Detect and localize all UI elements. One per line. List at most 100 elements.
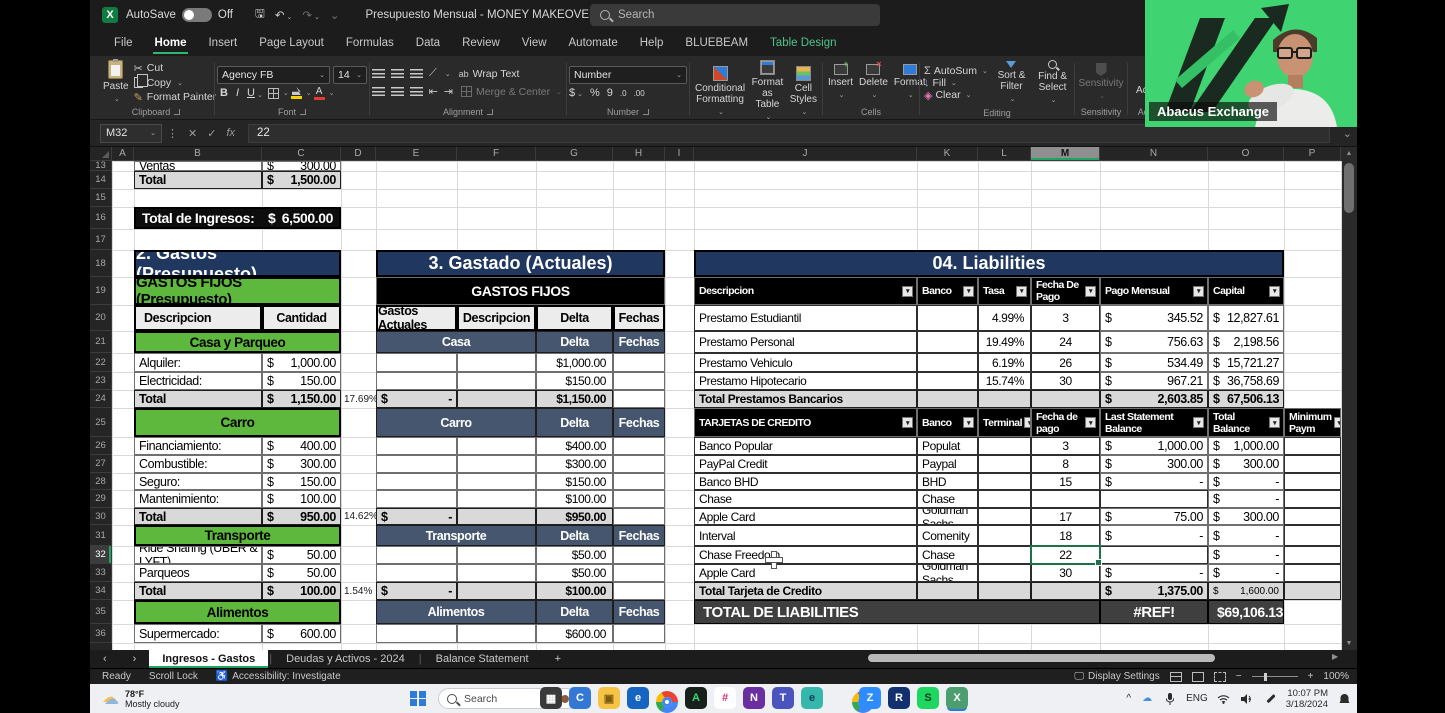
- cell-B33[interactable]: Parqueos: [134, 564, 262, 582]
- page-break-view-button[interactable]: [1214, 672, 1226, 682]
- ribbon-tab-help[interactable]: Help: [630, 32, 674, 56]
- copy-button[interactable]: Copy⌄: [132, 76, 219, 90]
- align-center-button[interactable]: [391, 87, 404, 97]
- taskbar-app-task-view[interactable]: ▦: [540, 687, 562, 709]
- cell-O27[interactable]: $300.00: [1208, 455, 1284, 473]
- start-button[interactable]: [410, 691, 426, 707]
- cell-M25[interactable]: Fecha de pago▾: [1031, 408, 1100, 437]
- cell-F23[interactable]: [457, 372, 536, 390]
- column-header-B[interactable]: B: [134, 147, 262, 161]
- cell-N35[interactable]: #REF!: [1100, 600, 1208, 624]
- cell-K28[interactable]: BHD: [917, 473, 978, 490]
- taskbar-app-ring[interactable]: R: [888, 687, 910, 709]
- cell-G28[interactable]: $150.00: [536, 473, 613, 490]
- cell-K33[interactable]: Goldman Sachs: [917, 564, 978, 582]
- borders-button[interactable]: [268, 88, 279, 99]
- cell-C30[interactable]: $950.00: [262, 508, 341, 525]
- volume-icon[interactable]: [1240, 693, 1254, 705]
- cell-F26[interactable]: [457, 437, 536, 455]
- cell-N34[interactable]: $1,375.00: [1100, 582, 1208, 600]
- cell-K32[interactable]: Chase: [917, 546, 978, 564]
- scroll-up-icon[interactable]: ▲: [1341, 150, 1357, 157]
- pen-icon[interactable]: [1263, 693, 1277, 705]
- cell-G25[interactable]: Delta: [536, 408, 613, 437]
- cell-B25[interactable]: Carro: [134, 408, 341, 437]
- cell-E19[interactable]: GASTOS FIJOS: [376, 277, 665, 305]
- cell-G20[interactable]: Delta: [536, 305, 613, 331]
- cell-F29[interactable]: [457, 490, 536, 508]
- column-header-E[interactable]: E: [376, 147, 457, 161]
- cell-N31[interactable]: $-: [1100, 525, 1208, 546]
- cell-M28[interactable]: 15: [1031, 473, 1100, 490]
- insert-function-button[interactable]: fx: [226, 127, 235, 139]
- cell-N33[interactable]: $-: [1100, 564, 1208, 582]
- cell-L30[interactable]: [978, 508, 1031, 525]
- cell-P33[interactable]: [1284, 564, 1341, 582]
- taskbar-app-abacus-app[interactable]: A: [685, 687, 707, 709]
- cell-H36[interactable]: [613, 624, 665, 643]
- cell-N19[interactable]: Pago Mensual▾: [1100, 277, 1208, 305]
- cell-M30[interactable]: 17: [1031, 508, 1100, 525]
- cell-N25[interactable]: Last Statement Balance▾: [1100, 408, 1208, 437]
- align-bottom-button[interactable]: [410, 69, 423, 79]
- undo-button[interactable]: ↶⌄: [275, 8, 293, 22]
- ribbon-tab-insert[interactable]: Insert: [198, 32, 247, 56]
- filter-dropdown-icon[interactable]: ▾: [963, 417, 974, 428]
- taskbar-app-excel[interactable]: X: [946, 687, 968, 709]
- cell-L32[interactable]: [978, 546, 1031, 564]
- taskbar-app-file-explorer[interactable]: ▣: [598, 687, 620, 709]
- bold-button[interactable]: B: [217, 87, 231, 99]
- cell-H22[interactable]: [613, 353, 665, 372]
- zoom-slider[interactable]: [1252, 676, 1298, 677]
- cell-G32[interactable]: $50.00: [536, 546, 613, 564]
- accessibility-status[interactable]: ♿Accessibility: Investigate: [216, 671, 341, 682]
- cell-N23[interactable]: $967.21: [1100, 372, 1208, 390]
- search-box[interactable]: Search: [590, 4, 880, 26]
- cell-C20[interactable]: Cantidad: [262, 305, 341, 331]
- horizontal-scroll-thumb[interactable]: [868, 654, 1215, 662]
- cell-B29[interactable]: Mantenimiento:: [134, 490, 262, 508]
- row-header-23[interactable]: 23: [90, 372, 112, 390]
- cell-F32[interactable]: [457, 546, 536, 564]
- cell-P29[interactable]: [1284, 490, 1341, 508]
- cell-P28[interactable]: [1284, 473, 1341, 490]
- column-header-N[interactable]: N: [1100, 147, 1208, 161]
- cell-H32[interactable]: [613, 546, 665, 564]
- cell-L31[interactable]: [978, 525, 1031, 546]
- column-header-P[interactable]: P: [1284, 147, 1341, 161]
- cell-G27[interactable]: $300.00: [536, 455, 613, 473]
- alignment-dialog-launcher[interactable]: [487, 109, 493, 115]
- cell-O23[interactable]: $36,758.69: [1208, 372, 1284, 390]
- font-color-dropdown-icon[interactable]: ⌄: [329, 89, 335, 97]
- cell-L21[interactable]: 19.49%: [978, 331, 1031, 353]
- merge-center-button[interactable]: Merge & Center⌄: [459, 85, 564, 99]
- insert-cells-button[interactable]: Insert⌄: [825, 63, 856, 102]
- paste-button[interactable]: Paste⌄: [100, 59, 132, 106]
- cell-E36[interactable]: [376, 624, 457, 643]
- cell-E24[interactable]: $-: [376, 390, 457, 408]
- cell-M20[interactable]: 3: [1031, 305, 1100, 331]
- column-header-A[interactable]: A: [112, 147, 134, 161]
- fill-color-button[interactable]: [291, 87, 302, 99]
- language-indicator[interactable]: ENG: [1186, 693, 1208, 704]
- cell-F34[interactable]: [457, 582, 536, 600]
- zoom-in-button[interactable]: +: [1308, 671, 1314, 682]
- cell-O24[interactable]: $67,506.13: [1208, 390, 1284, 408]
- row-header-19[interactable]: 19: [90, 277, 112, 305]
- cell-H25[interactable]: Fechas: [613, 408, 665, 437]
- row-header-13[interactable]: 13: [90, 161, 112, 171]
- taskbar-app-edge-round[interactable]: e: [627, 687, 649, 709]
- cell-N29[interactable]: [1100, 490, 1208, 508]
- cell-E34[interactable]: $-: [376, 582, 457, 600]
- sheet-nav-right-icon[interactable]: ›: [120, 650, 150, 668]
- cell-P32[interactable]: [1284, 546, 1341, 564]
- cell-O32[interactable]: $-: [1208, 546, 1284, 564]
- wrap-text-button[interactable]: abWrap Text: [457, 67, 522, 81]
- cell-D24[interactable]: 17.69%: [341, 390, 376, 408]
- cell-J22[interactable]: Prestamo Vehiculo: [694, 353, 917, 372]
- align-right-button[interactable]: [410, 87, 423, 97]
- cell-K27[interactable]: Paypal: [917, 455, 978, 473]
- zoom-level[interactable]: 100%: [1323, 671, 1349, 682]
- cell-F27[interactable]: [457, 455, 536, 473]
- autosave-switch-icon[interactable]: [182, 8, 212, 22]
